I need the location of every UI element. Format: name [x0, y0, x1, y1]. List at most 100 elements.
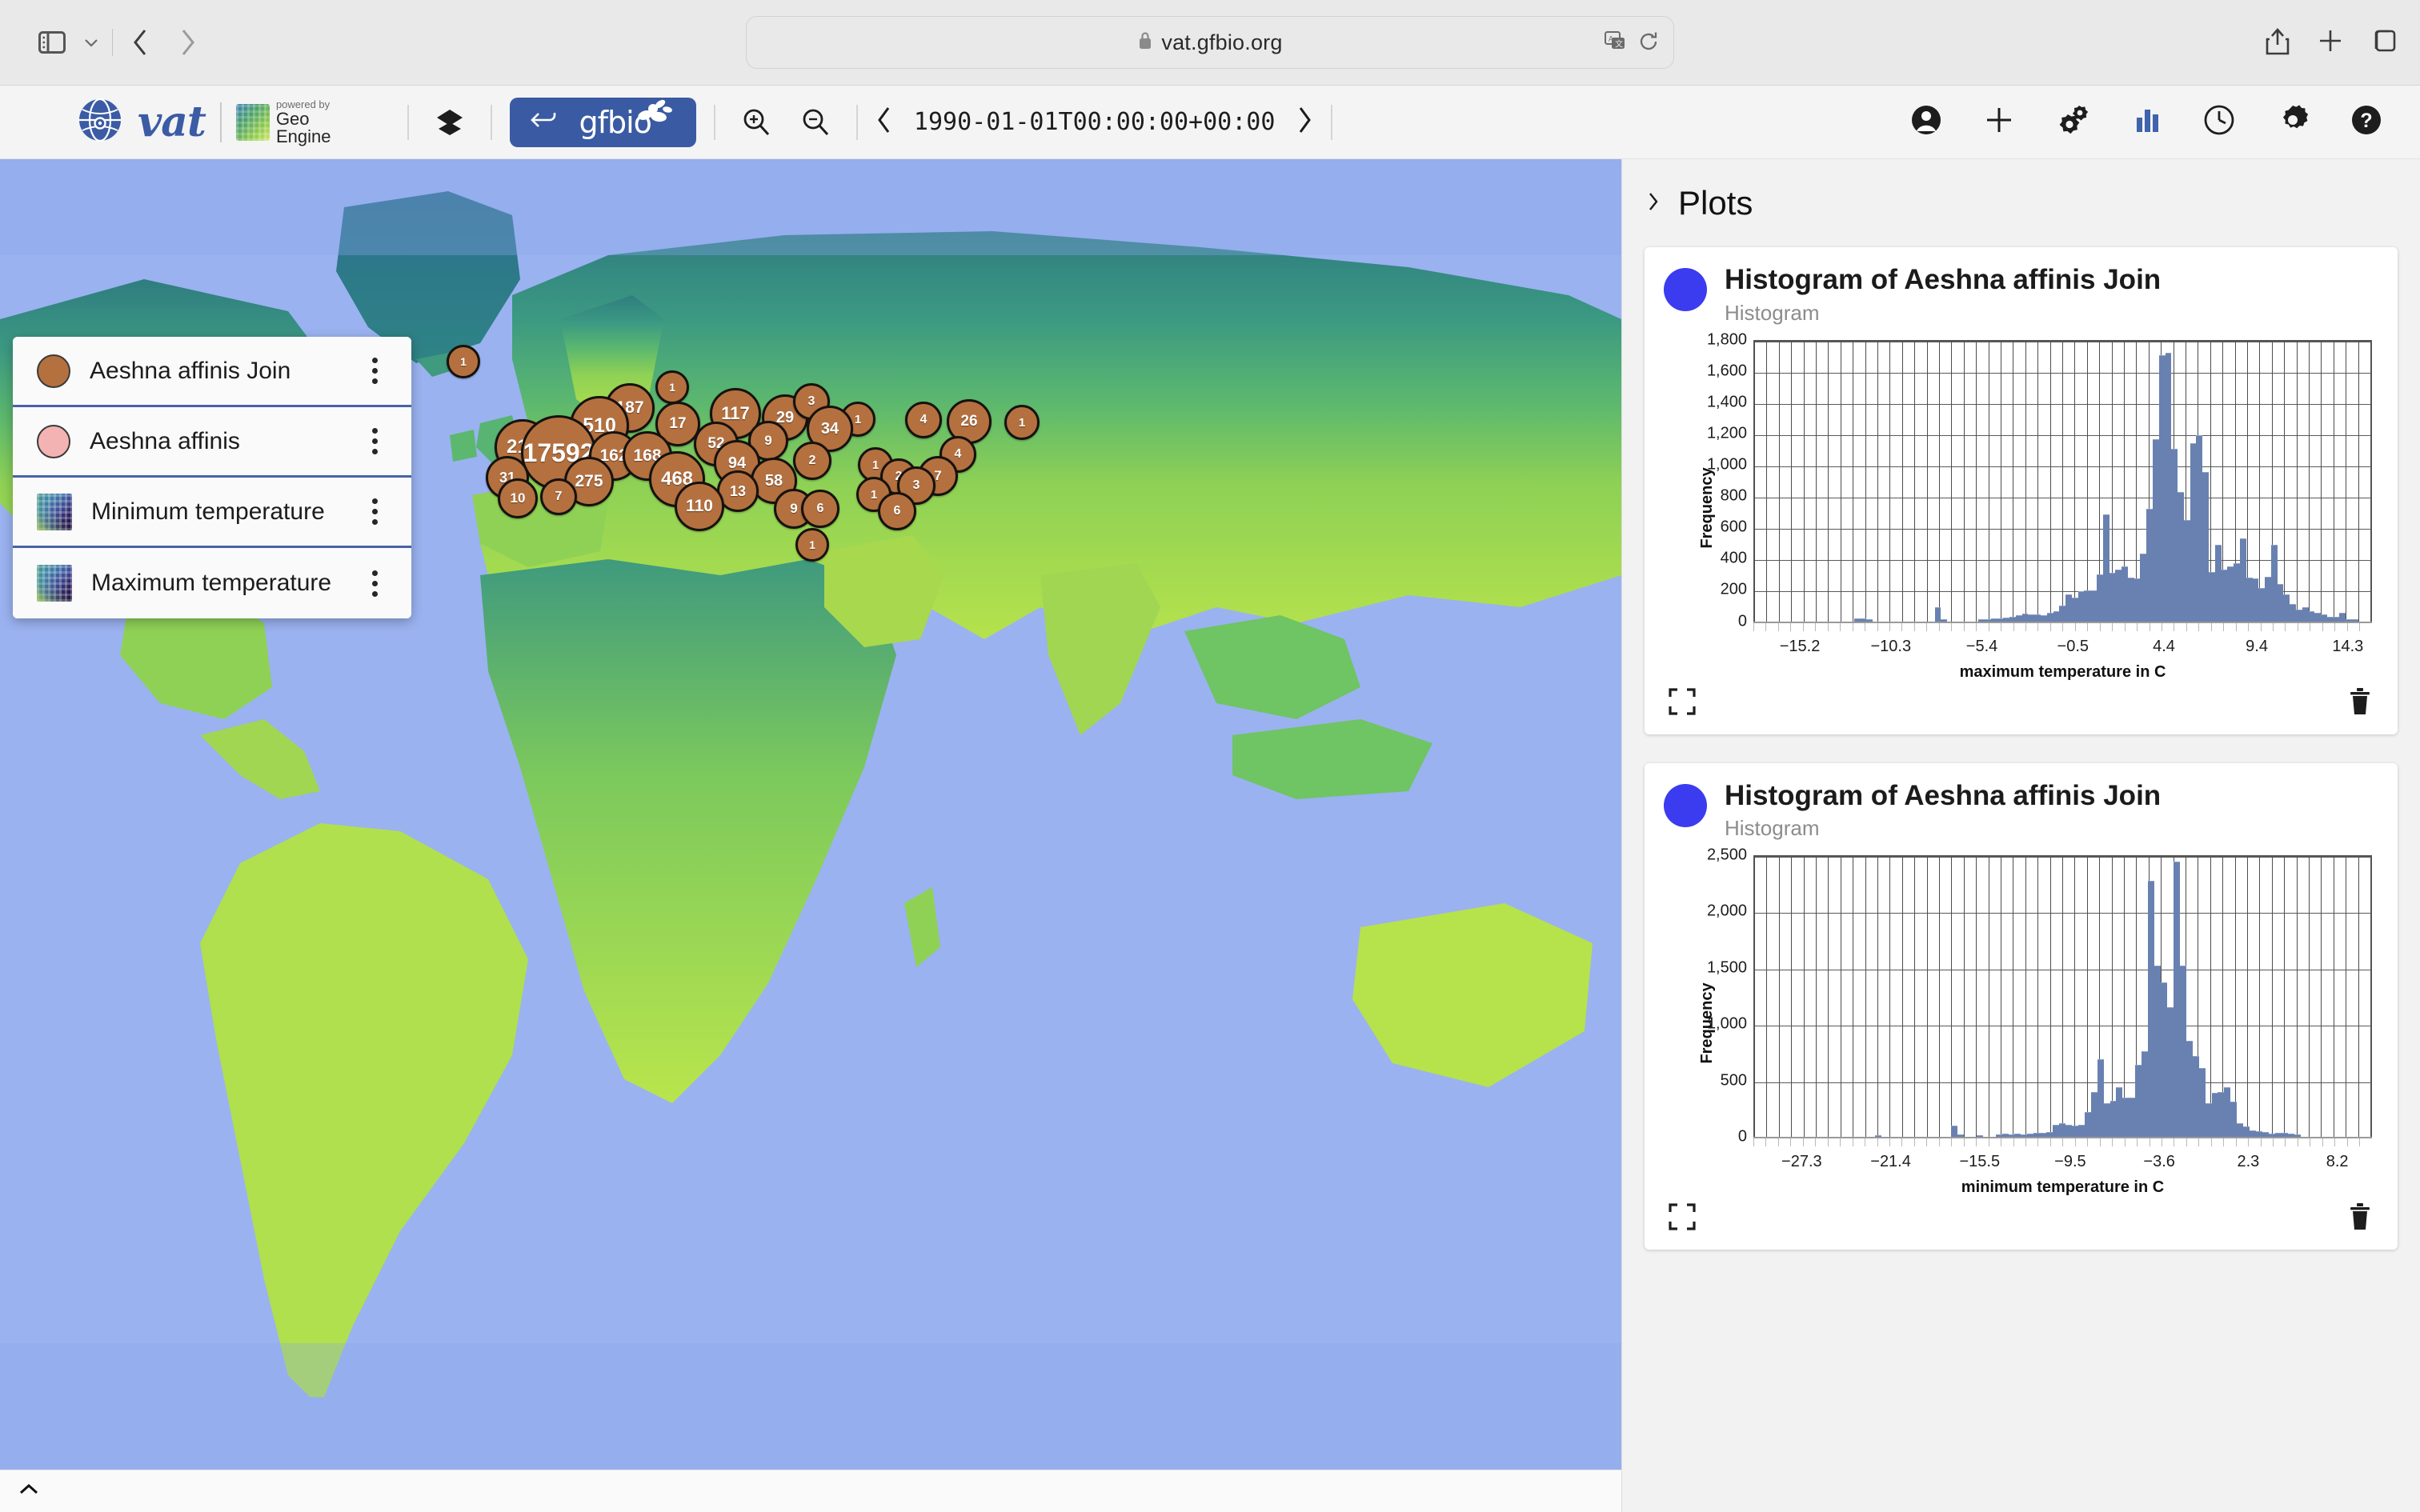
gridline	[2370, 857, 2371, 1137]
cluster-marker[interactable]: 2	[793, 442, 831, 480]
svg-text:文: 文	[1615, 38, 1623, 49]
histogram-bar	[2308, 610, 2315, 622]
zoom-in-icon[interactable]	[733, 99, 779, 146]
avatar	[1664, 268, 1707, 311]
plot-card-header: Histogram of Aeshna affinis Join Histogr…	[1664, 264, 2378, 326]
fullscreen-icon[interactable]	[1669, 1203, 1696, 1234]
cluster-marker[interactable]: 7	[540, 478, 577, 515]
plus-icon[interactable]	[2318, 28, 2343, 58]
cluster-marker[interactable]: 1	[1004, 405, 1040, 440]
toolbar-divider-2	[491, 104, 493, 140]
translate-icon[interactable]: A文	[1605, 30, 1627, 56]
plot-card[interactable]: Histogram of Aeshna affinis Join Histogr…	[1645, 247, 2398, 734]
plot-card[interactable]: Histogram of Aeshna affinis Join Histogr…	[1645, 762, 2398, 1250]
layer-row[interactable]: Minimum temperature	[13, 478, 411, 548]
more-vertical-icon[interactable]	[349, 337, 400, 406]
axis-minor-tick	[1877, 1138, 1889, 1146]
cluster-marker[interactable]: 6	[878, 492, 916, 530]
histogram-bar	[2178, 492, 2184, 622]
x-tick-label: −5.4	[1965, 637, 1998, 655]
cluster-marker[interactable]: 6	[801, 490, 839, 528]
chevron-right-icon[interactable]	[1646, 190, 1661, 217]
axis-minor-tick	[2112, 622, 2124, 631]
cluster-marker[interactable]: 10	[498, 478, 538, 518]
tabs-icon[interactable]	[2370, 28, 2398, 58]
chevron-right-icon[interactable]	[1296, 106, 1313, 138]
axis-minor-tick	[2198, 622, 2210, 631]
axis-minor-tick	[2087, 1138, 2099, 1146]
cluster-marker[interactable]: 4	[905, 402, 942, 438]
cluster-marker[interactable]: 110	[675, 482, 724, 531]
sidebar-toggle-icon[interactable]	[29, 19, 75, 66]
time-icon[interactable]	[2202, 103, 2236, 141]
axis-minor-tick	[1815, 622, 1827, 631]
layer-row[interactable]: Aeshna affinis	[13, 407, 411, 478]
axis-minor-tick	[2049, 1138, 2062, 1146]
plot-area	[1753, 855, 2372, 1137]
plots-icon[interactable]	[2132, 105, 2162, 139]
histogram-bar	[2053, 611, 2060, 622]
toolbar-divider-3	[713, 104, 715, 140]
histogram-bar	[2214, 545, 2222, 622]
address-bar[interactable]: vat.gfbio.org A文	[746, 16, 1674, 69]
y-tick-label: 1,500	[1706, 958, 1747, 977]
settings-icon[interactable]	[2276, 103, 2310, 141]
chevron-down-icon[interactable]	[75, 19, 107, 66]
axis-minor-tick	[2334, 1138, 2346, 1146]
map-viewport[interactable]: 1118751017117293142612121759234529162168…	[0, 159, 1621, 1470]
layers-icon[interactable]	[427, 99, 473, 146]
axis-minor-tick	[1901, 622, 1913, 631]
cluster-marker[interactable]: 1	[447, 345, 480, 378]
share-icon[interactable]	[2265, 26, 2290, 60]
axis-minor-tick	[1765, 622, 1777, 631]
time-value[interactable]: 1990-01-01T00:00:00+00:00	[914, 108, 1276, 136]
histogram-bar	[2186, 1041, 2193, 1137]
chevron-left-icon[interactable]	[875, 106, 893, 138]
zoom-out-icon[interactable]	[792, 99, 839, 146]
cluster-marker[interactable]: 1	[795, 528, 829, 562]
fullscreen-icon[interactable]	[1669, 687, 1696, 719]
axis-minor-tick	[1926, 1138, 1938, 1146]
more-vertical-icon[interactable]	[349, 477, 400, 547]
plot-card-footer	[1664, 676, 2378, 725]
gfbio-button[interactable]: gfbio	[510, 97, 696, 147]
operators-icon[interactable]	[2055, 102, 2092, 142]
axis-minor-tick	[2322, 1138, 2334, 1146]
back-chevron-icon[interactable]	[118, 19, 164, 66]
cluster-marker[interactable]: 1	[655, 370, 689, 404]
axis-minor-tick	[2149, 1138, 2162, 1146]
histogram-bar	[2103, 1102, 2110, 1137]
layer-row[interactable]: Aeshna affinis Join	[13, 337, 411, 407]
axis-minor-tick	[1753, 1138, 1765, 1146]
axis-minor-tick	[1865, 1138, 1877, 1146]
forward-chevron-icon[interactable]	[164, 19, 210, 66]
histogram-bar	[2258, 588, 2266, 622]
y-tick-label: 500	[1720, 1071, 1747, 1090]
plots-header[interactable]: Plots	[1622, 159, 2420, 247]
layer-name: Aeshna affinis	[90, 427, 240, 454]
app-logo[interactable]: vat powered by Geo Engine	[0, 97, 331, 147]
reload-icon[interactable]	[1638, 31, 1659, 56]
axis-minor-tick	[2161, 622, 2174, 631]
histogram-bar	[2221, 569, 2228, 622]
axis-minor-tick	[1852, 622, 1865, 631]
axis-minor-tick	[2198, 1138, 2210, 1146]
account-icon[interactable]	[1909, 103, 1943, 141]
help-icon[interactable]: ?	[2350, 103, 2383, 141]
trash-icon[interactable]	[2348, 687, 2372, 720]
layer-row[interactable]: Maximum temperature	[13, 548, 411, 618]
logo-divider	[219, 102, 222, 142]
chevron-up-icon[interactable]	[16, 1482, 42, 1502]
axis-minor-tick	[1988, 1138, 2001, 1146]
histogram-bar	[2166, 1007, 2174, 1137]
axis-minor-tick	[1827, 622, 1840, 631]
plus-icon[interactable]	[1983, 104, 2015, 140]
more-vertical-icon[interactable]	[349, 406, 400, 477]
histogram-bar	[2161, 982, 2167, 1137]
histogram-bar	[2084, 590, 2091, 622]
y-tick-label: 600	[1720, 518, 1747, 536]
trash-icon[interactable]	[2348, 1202, 2372, 1235]
more-vertical-icon[interactable]	[349, 548, 400, 618]
gfbio-leaf-icon	[634, 98, 675, 130]
histogram-bar	[2065, 594, 2072, 622]
